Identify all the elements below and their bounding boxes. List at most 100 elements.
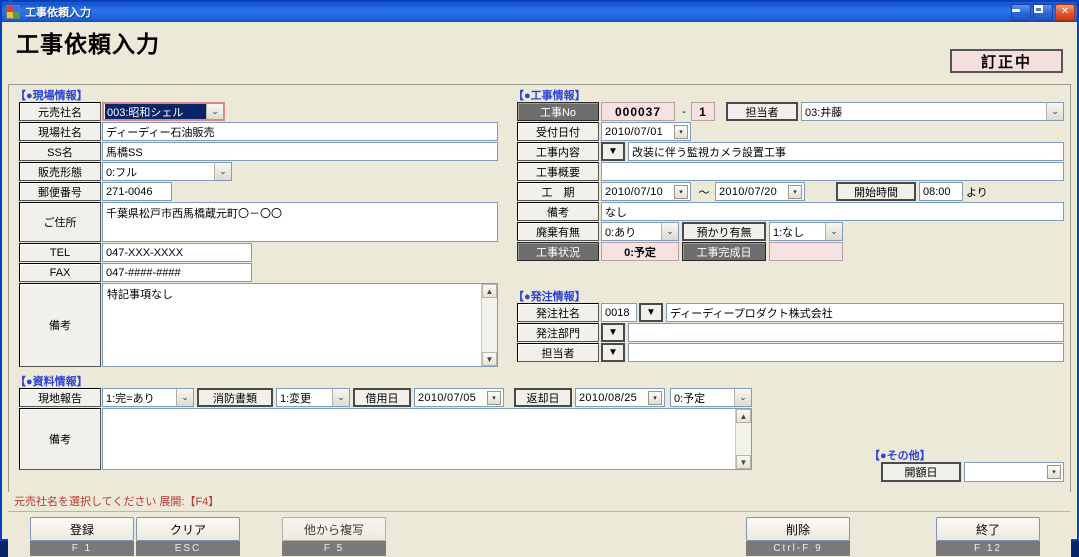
work-biko-input[interactable]: なし — [601, 202, 1064, 221]
order-tantou-input[interactable] — [628, 343, 1064, 362]
order-tantou-dropdown-icon[interactable]: ▼ — [601, 343, 625, 362]
shoubou-combo[interactable]: 1:変更 ⌄ — [276, 388, 350, 407]
calendar-dropdown-icon[interactable]: ▾ — [788, 184, 802, 199]
clear-button[interactable]: クリア — [136, 517, 240, 541]
form-panel: 【●現場情報】 元売社名 003:昭和シェル ⌄ 現場社名 ディーディー石油販売… — [8, 84, 1071, 494]
scroll-down-icon[interactable]: ▼ — [736, 455, 751, 469]
order-dept-input[interactable] — [628, 323, 1064, 342]
label-address: ご住所 — [19, 202, 101, 242]
genba-input[interactable]: ディーディー石油販売 — [102, 122, 498, 141]
label-fax: FAX — [19, 263, 101, 282]
start-time-input[interactable]: 08:00 — [919, 182, 963, 201]
address-input[interactable]: 千葉県松戸市西馬橋蔵元町〇－〇〇 — [102, 202, 498, 242]
order-company-code[interactable]: 0018 — [601, 303, 637, 322]
kaigaku-date[interactable]: ▾ — [964, 462, 1064, 482]
chevron-down-icon[interactable]: ⌄ — [825, 223, 842, 240]
doc-status-combo[interactable]: 0:予定 ⌄ — [670, 388, 752, 407]
calendar-dropdown-icon[interactable]: ▾ — [674, 124, 688, 139]
motouri-combo[interactable]: 003:昭和シェル ⌄ — [102, 102, 225, 121]
site-biko-textarea[interactable]: 特記事項なし ▲ ▼ — [102, 283, 498, 367]
henkyaku-button[interactable]: 返却日 — [514, 388, 572, 407]
kouki-tilde: 〜 — [698, 186, 710, 199]
calendar-dropdown-icon[interactable]: ▾ — [674, 184, 688, 199]
haiki-combo[interactable]: 0:あり ⌄ — [601, 222, 679, 241]
title-bar: 工事依頼入力 ✕ — [2, 2, 1077, 22]
calendar-dropdown-icon[interactable]: ▾ — [1047, 465, 1061, 479]
register-button[interactable]: 登録 — [30, 517, 134, 541]
label-ss: SS名 — [19, 142, 101, 161]
order-company-input[interactable]: ディーディープロダクト株式会社 — [666, 303, 1064, 322]
label-gaiyou: 工事概要 — [517, 162, 599, 181]
scrollbar[interactable]: ▲ ▼ — [735, 409, 751, 469]
henkyaku-date[interactable]: 2010/08/25 ▾ — [575, 388, 665, 407]
naiyou-dropdown-icon[interactable]: ▼ — [601, 142, 625, 161]
kouki-from-date[interactable]: 2010/07/10 ▾ — [601, 182, 691, 201]
ss-input[interactable]: 馬橋SS — [102, 142, 498, 161]
section-header-doc-info: 【●資料情報】 — [15, 376, 88, 388]
label-motouri: 元売社名 — [19, 102, 101, 121]
minimize-icon — [1012, 8, 1020, 12]
scroll-up-icon[interactable]: ▲ — [736, 409, 751, 423]
uketsuke-date[interactable]: 2010/07/01 ▾ — [601, 122, 691, 141]
label-jyoukyou: 工事状況 — [517, 242, 599, 261]
minimize-button[interactable] — [1011, 3, 1031, 21]
jyoukyou-value: 0:予定 — [601, 242, 679, 261]
chevron-down-icon[interactable]: ⌄ — [332, 389, 349, 406]
doc-biko-textarea[interactable]: ▲ ▼ — [102, 408, 752, 470]
order-dept-dropdown-icon[interactable]: ▼ — [601, 323, 625, 342]
naiyou-input[interactable]: 改装に伴う監視カメラ設置工事 — [628, 142, 1064, 161]
azukari-combo[interactable]: 1:なし ⌄ — [769, 222, 843, 241]
scroll-down-icon[interactable]: ▼ — [482, 352, 497, 366]
fax-input[interactable]: 047-####-#### — [102, 263, 252, 282]
kouji-no-main: 000037 — [601, 102, 675, 121]
chevron-down-icon[interactable]: ⌄ — [661, 223, 678, 240]
kouki-to-date[interactable]: 2010/07/20 ▾ — [715, 182, 805, 201]
shoubou-button[interactable]: 消防書類 — [197, 388, 273, 407]
doc-status-value: 0:予定 — [674, 392, 706, 405]
azukari-value: 1:なし — [773, 226, 805, 239]
tantou-combo[interactable]: 03:井藤 ⌄ — [801, 102, 1064, 121]
footer-toolbar: 登録 F 1 クリア ESC 他から複写 F 5 削除 Ctrl-F 9 終了 … — [8, 511, 1071, 557]
register-key: F 1 — [30, 541, 134, 556]
shoubou-value: 1:変更 — [280, 392, 312, 405]
genchi-combo[interactable]: 1:完=あり ⌄ — [102, 388, 194, 407]
gaiyou-input[interactable] — [601, 162, 1064, 181]
chevron-down-icon[interactable]: ⌄ — [734, 389, 751, 406]
delete-key: Ctrl-F 9 — [746, 541, 850, 556]
window-controls: ✕ — [1011, 3, 1075, 21]
azukari-button[interactable]: 預かり有無 — [682, 222, 766, 241]
delete-button[interactable]: 削除 — [746, 517, 850, 541]
section-header-order-info: 【●発注情報】 — [513, 291, 586, 303]
calendar-dropdown-icon[interactable]: ▾ — [487, 390, 501, 405]
chevron-down-icon[interactable]: ⌄ — [214, 163, 231, 180]
scrollbar[interactable]: ▲ ▼ — [481, 284, 497, 366]
chevron-down-icon[interactable]: ⌄ — [206, 104, 223, 119]
calendar-dropdown-icon[interactable]: ▾ — [648, 390, 662, 405]
status-message: 元売社名を選択してください 展開:【F4】 — [14, 495, 220, 508]
label-order-dept: 発注部門 — [517, 323, 599, 342]
clear-key: ESC — [136, 541, 240, 556]
tel-input[interactable]: 047-XXX-XXXX — [102, 243, 252, 262]
application-icon — [6, 5, 20, 19]
exit-button[interactable]: 終了 — [936, 517, 1040, 541]
scroll-up-icon[interactable]: ▲ — [482, 284, 497, 298]
kouji-no-sub: 1 — [691, 102, 715, 121]
start-time-button[interactable]: 開始時間 — [836, 182, 916, 201]
maximize-icon — [1034, 4, 1043, 13]
kouji-no-separator: - — [682, 105, 686, 118]
yubin-input[interactable]: 271-0046 — [102, 182, 172, 201]
close-button[interactable]: ✕ — [1055, 3, 1075, 21]
chevron-down-icon[interactable]: ⌄ — [1046, 103, 1063, 120]
status-bar: 元売社名を選択してください 展開:【F4】 — [8, 492, 1071, 509]
maximize-button[interactable] — [1033, 3, 1053, 21]
chevron-down-icon[interactable]: ⌄ — [176, 389, 193, 406]
tantou-button[interactable]: 担当者 — [726, 102, 798, 121]
order-company-dropdown-icon[interactable]: ▼ — [639, 303, 663, 322]
exit-key: F 12 — [936, 541, 1040, 556]
shakuyou-date[interactable]: 2010/07/05 ▾ — [414, 388, 504, 407]
hanbai-combo[interactable]: 0:フル ⌄ — [102, 162, 232, 181]
motouri-value: 003:昭和シェル — [105, 104, 206, 119]
copy-from-other-button[interactable]: 他から複写 — [282, 517, 386, 541]
shakuyou-button[interactable]: 借用日 — [353, 388, 411, 407]
kaigaku-button[interactable]: 開額日 — [881, 462, 961, 482]
